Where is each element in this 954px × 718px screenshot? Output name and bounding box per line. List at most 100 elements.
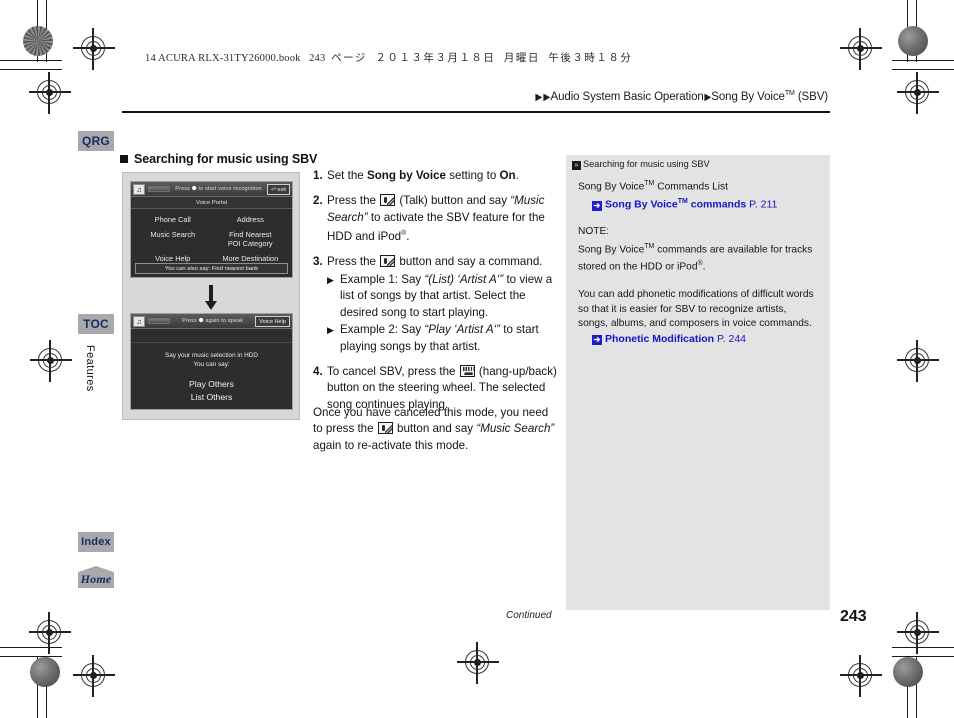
breadcrumb-part-2: Song By Voice [711, 90, 785, 103]
book-date: ２０１３年３月１８日 [375, 53, 496, 64]
sidebar-tab-index[interactable]: Index [78, 532, 114, 552]
mic-icon: ♫ [133, 315, 145, 327]
page-number: 243 [840, 608, 867, 625]
nav-screen-exit-button[interactable]: ⏎ exit [267, 183, 290, 195]
side-note-body: Song By VoiceTM Commands List ➔ Song By V… [566, 170, 830, 347]
print-registration-blob [898, 26, 928, 56]
print-registration-blob [30, 657, 60, 687]
step-text: Press the (Talk) button and say “Music S… [327, 193, 561, 245]
registration-mark [840, 28, 882, 70]
side-note-label: NOTE: [578, 226, 610, 238]
nav-screen-options: Play Others List Others [131, 378, 292, 404]
text-run: Press the [327, 194, 380, 208]
nav-option-play-others[interactable]: Play Others [131, 378, 292, 391]
breadcrumb-separator-icon: ▶ [704, 91, 711, 103]
step-sub-text: Example 1: Say “(List) ‘Artist A‘” to vi… [340, 272, 561, 321]
step-sub-item: ▶ Example 2: Say “Play ‘Artist A‘” to sta… [327, 322, 561, 355]
manual-page: 14 ACURA RLX-31TY26000.book 243 ページ ２０１３… [0, 0, 954, 718]
registration-mark [840, 655, 882, 697]
text-run: setting to [446, 169, 500, 182]
mic-icon: ♫ [133, 183, 145, 195]
emphasis-bold: Song by Voice [366, 169, 446, 182]
page-title-text: Searching for music using SBV [134, 152, 318, 166]
breadcrumb-part-1: Audio System Basic Operation [550, 90, 704, 103]
text-run: button and say [393, 422, 477, 436]
page-title: Searching for music using SBV [120, 152, 317, 166]
step-text: Set the Song by Voice setting to On. [327, 168, 561, 184]
registration-mark [897, 612, 939, 654]
text-run: again to re-activate this mode. [313, 438, 469, 452]
crop-mark [0, 60, 62, 62]
bullet-square-icon [120, 155, 128, 163]
side-note-paragraph-2: You can add phonetic modifications of di… [578, 289, 814, 330]
nav-option-list-others[interactable]: List Others [131, 391, 292, 404]
step-text: Press the button and say a command. ▶ Exam… [327, 254, 561, 354]
hangup-back-button-icon [459, 364, 475, 377]
nav-screen-prompt: Press ⚉ to start voice recognition [175, 186, 262, 192]
instruction-step: 1. Set the Song by Voice setting to On. [313, 168, 561, 184]
link-arrow-icon: ➔ [592, 335, 602, 346]
status-dash-icon [148, 186, 170, 192]
nav-screen-hint: You can also say: Find nearest bank [135, 263, 288, 274]
step-number: 2. [313, 194, 323, 208]
text-run: Example 2: Say [340, 323, 425, 337]
print-registration-blob [893, 657, 923, 687]
nav-screen-title: Voice Portal [131, 197, 292, 209]
nav-screen-instruction: Say your music selection in HDD You can … [164, 352, 259, 368]
link-song-by-voice-commands[interactable]: ➔ Song By VoiceTM commands P. 211 [592, 195, 818, 212]
nav-menu-item[interactable]: Music Search [134, 228, 212, 250]
nav-menu-item[interactable]: Address [212, 213, 290, 226]
nav-screen-topbar: ♫ Press ⚉ to start voice recognition ⏎ e… [131, 182, 292, 197]
instruction-steps: 1. Set the Song by Voice setting to On. 2.… [313, 168, 561, 422]
print-header-line: 14 ACURA RLX-31TY26000.book 243 ページ ２０１３… [145, 50, 632, 65]
registration-mark [29, 72, 71, 114]
nav-screen-prompt: Press ⚉ again to speak [182, 318, 244, 324]
status-dash-icon [148, 318, 170, 324]
book-day: 月曜日 [503, 53, 540, 64]
book-time: 午後３時１８分 [548, 53, 633, 64]
nav-menu-item[interactable]: Phone Call [134, 213, 212, 226]
step-sub-text: Example 2: Say “Play ‘Artist A‘” to star… [340, 322, 561, 355]
text-run: button and say a command. [396, 255, 543, 269]
sidebar-tab-home[interactable]: Home [78, 566, 114, 588]
crop-mark [0, 69, 62, 71]
emphasis-bold: On [499, 169, 516, 182]
link-phonetic-modification[interactable]: ➔ Phonetic Modification P. 244 [592, 332, 818, 346]
print-registration-blob [23, 26, 53, 56]
emphasis-italic: “(List) ‘Artist A‘” [424, 272, 504, 286]
text-run: Example 1: Say [340, 272, 425, 286]
side-note-text: Song By VoiceTM commands are available f… [578, 242, 813, 273]
text-run: . [515, 169, 519, 182]
book-filename: 14 ACURA RLX-31TY26000.book [145, 53, 301, 64]
book-page: 243 [309, 53, 326, 64]
breadcrumb: ▶▶Audio System Basic Operation▶Song By V… [535, 90, 828, 103]
registration-mark [897, 72, 939, 114]
crop-mark [0, 656, 62, 658]
nav-screen-voice-portal: ♫ Press ⚉ to start voice recognition ⏎ e… [130, 181, 293, 278]
sidebar-tab-qrg[interactable]: QRG [78, 131, 114, 151]
sidebar-tab-toc[interactable]: TOC [78, 314, 114, 334]
text-run: (Talk) button and say [396, 194, 511, 208]
breadcrumb-arrow-icon: ▶ [535, 91, 543, 103]
registration-mark [73, 28, 115, 70]
step-number: 3. [313, 255, 323, 269]
registration-mark [457, 642, 499, 684]
crop-mark [892, 647, 954, 649]
talk-button-icon [377, 422, 393, 435]
nav-screen-voice-help-button[interactable]: Voice Help [255, 315, 290, 327]
breadcrumb-trademark: TM [784, 90, 795, 97]
nav-menu-item[interactable]: Find Nearest POI Category [212, 228, 290, 250]
crop-mark [0, 647, 62, 649]
crop-mark [892, 60, 954, 62]
side-note-line-1: Song By VoiceTM Commands List [578, 179, 728, 192]
triangle-bullet-icon: ▶ [327, 325, 334, 336]
continued-label: Continued [506, 610, 552, 621]
side-note-panel: » Searching for music using SBV Song By V… [566, 155, 830, 610]
book-page-unit: ページ [331, 53, 367, 64]
emphasis-italic: “Play ‘Artist A‘” [424, 323, 501, 337]
registration-mark [73, 655, 115, 697]
text-run: . [406, 230, 410, 244]
registration-mark [897, 340, 939, 382]
nav-screen-topbar: ♫ Press ⚉ again to speak Voice Help [131, 314, 292, 329]
emphasis-italic: “Music Search” [476, 422, 555, 436]
